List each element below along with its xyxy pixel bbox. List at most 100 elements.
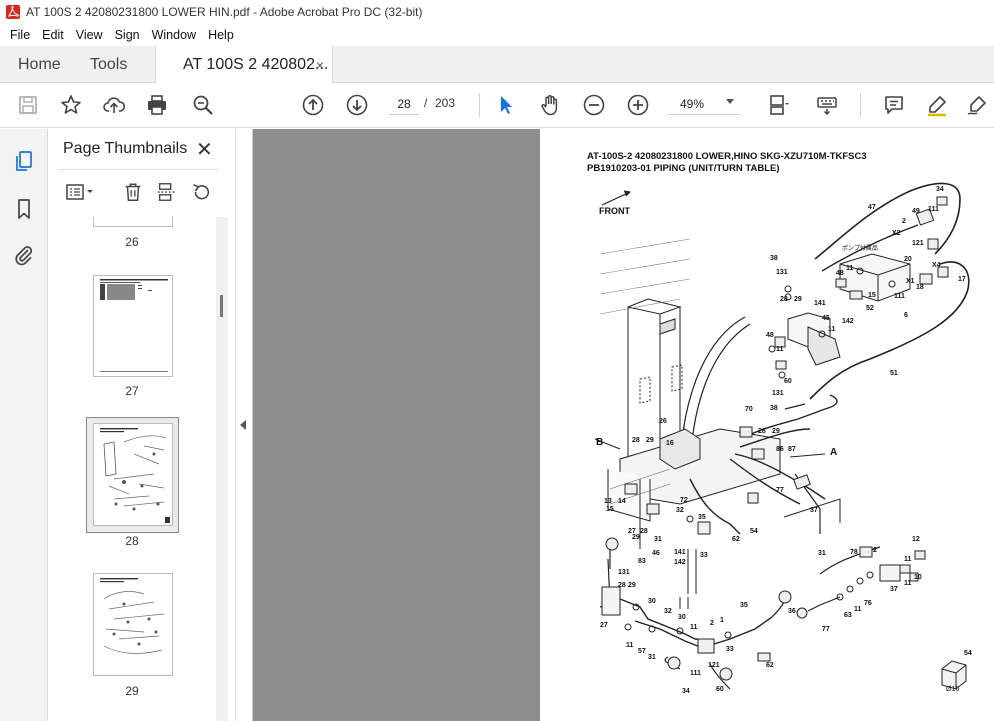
next-page-button[interactable] [342, 91, 372, 119]
thumbnail-scrollbar[interactable] [216, 217, 228, 721]
tab-close-icon[interactable]: × [316, 57, 324, 73]
part-number: 111 [928, 206, 939, 213]
part-number: 32 [664, 608, 672, 615]
part-number: 78 [850, 549, 858, 556]
part-number: 15 [868, 292, 876, 299]
part-number: 121 [912, 240, 924, 247]
menu-file[interactable]: File [4, 28, 36, 42]
thumbnail-preview-29 [100, 578, 165, 654]
part-number: 38 [770, 255, 778, 262]
delete-pages-button[interactable] [120, 179, 146, 205]
cloud-upload-icon [103, 97, 126, 113]
thumbnail-page-29[interactable] [93, 573, 173, 676]
keyboard-icon [817, 97, 837, 116]
part-number: 11 [904, 556, 912, 563]
thumbnail-scrollbar-thumb[interactable] [220, 295, 223, 317]
thumbnail-page-26[interactable] [93, 217, 173, 227]
part-number: 131 [618, 569, 630, 576]
part-number: 131 [776, 269, 788, 276]
zoom-out-button[interactable] [579, 91, 609, 119]
part-number: 111 [894, 293, 905, 300]
find-button[interactable] [188, 91, 218, 119]
page-display-button[interactable] [760, 91, 796, 119]
keyboard-tool-button[interactable] [812, 91, 842, 119]
panel-collapse-handle[interactable] [236, 129, 253, 721]
part-number: 47 [868, 204, 876, 211]
tab-tools[interactable]: Tools [90, 46, 127, 83]
part-number: 83 [638, 558, 646, 565]
label-b: B [596, 437, 603, 448]
page-extract-icon [157, 183, 177, 201]
bookmarks-icon[interactable] [12, 197, 36, 221]
toolbar-divider [479, 93, 480, 117]
part-number: 11 [904, 580, 912, 587]
part-number: 37 [890, 586, 898, 593]
thumbnail-page-27[interactable] [93, 275, 173, 377]
thumbnail-page-28[interactable] [93, 423, 173, 526]
part-number: 63 [844, 612, 852, 619]
part-number: 54 [750, 528, 758, 535]
part-number: 34 [682, 688, 690, 695]
tab-home[interactable]: Home [18, 46, 61, 83]
part-number: 11 [854, 606, 862, 613]
minus-circle-icon [583, 94, 605, 116]
part-number: 141 [674, 549, 686, 556]
rotate-icon [193, 183, 210, 200]
save-icon [19, 96, 37, 114]
part-number: 16 [666, 440, 674, 447]
part-number: 62 [766, 662, 774, 669]
part-number: 142 [842, 318, 854, 325]
document-view[interactable]: AT-100S-2 42080231800 LOWER,HINO SKG-XZU… [253, 129, 994, 721]
save-button[interactable] [13, 91, 43, 119]
bookmark-star-button[interactable] [56, 91, 86, 119]
close-panel-icon[interactable]: ✕ [196, 137, 213, 162]
list-options-icon [66, 184, 93, 200]
previous-page-button[interactable] [298, 91, 328, 119]
part-number: 48 [836, 270, 844, 277]
part-number: 26 [659, 418, 667, 425]
toolbar-divider [860, 93, 861, 117]
part-number: 31 [648, 654, 656, 661]
pen-draw-icon [967, 96, 986, 115]
part-number: 28 [640, 528, 648, 535]
part-number: 28 [618, 582, 626, 589]
menu-window[interactable]: Window [146, 28, 202, 42]
menu-help[interactable]: Help [202, 28, 240, 42]
select-tool-button[interactable] [491, 91, 521, 119]
menu-edit[interactable]: Edit [36, 28, 70, 42]
zoom-level-dropdown[interactable]: 49% [668, 93, 740, 115]
part-number: X2 [892, 230, 901, 237]
highlight-button[interactable] [922, 91, 952, 119]
comment-button[interactable] [879, 91, 909, 119]
zoom-in-button[interactable] [623, 91, 653, 119]
menu-sign[interactable]: Sign [109, 28, 146, 42]
part-number: 62 [732, 536, 740, 543]
hand-icon [541, 95, 558, 116]
attachments-paperclip-icon[interactable] [12, 243, 36, 267]
part-number: 12 [912, 536, 920, 543]
upload-button[interactable] [99, 91, 129, 119]
page-number-input[interactable] [389, 93, 419, 115]
left-navigation-rail [0, 129, 48, 721]
arrow-up-circle-icon [302, 94, 324, 116]
menu-view[interactable]: View [70, 28, 109, 42]
thumbnail-options-menu[interactable] [60, 179, 100, 205]
thumbnail-preview-27 [100, 279, 168, 372]
extract-pages-button[interactable] [154, 179, 180, 205]
part-number: 13 [604, 498, 612, 505]
part-number: 18 [916, 284, 924, 291]
print-button[interactable] [142, 91, 172, 119]
part-number: 20 [904, 256, 912, 263]
part-number: 87 [788, 446, 796, 453]
hand-tool-button[interactable] [535, 91, 565, 119]
part-number: 131 [772, 390, 784, 397]
part-number: 31 [818, 550, 826, 557]
draw-button[interactable] [962, 91, 992, 119]
trash-icon [125, 183, 141, 201]
tab-document[interactable]: AT 100S 2 420802... × [155, 46, 333, 84]
rotate-pages-button[interactable] [188, 179, 214, 205]
part-number: 121 [708, 662, 720, 669]
part-number: 2 [710, 620, 714, 627]
page-thumbnails-icon[interactable] [12, 149, 36, 173]
pdf-page: AT-100S-2 42080231800 LOWER,HINO SKG-XZU… [540, 129, 994, 721]
